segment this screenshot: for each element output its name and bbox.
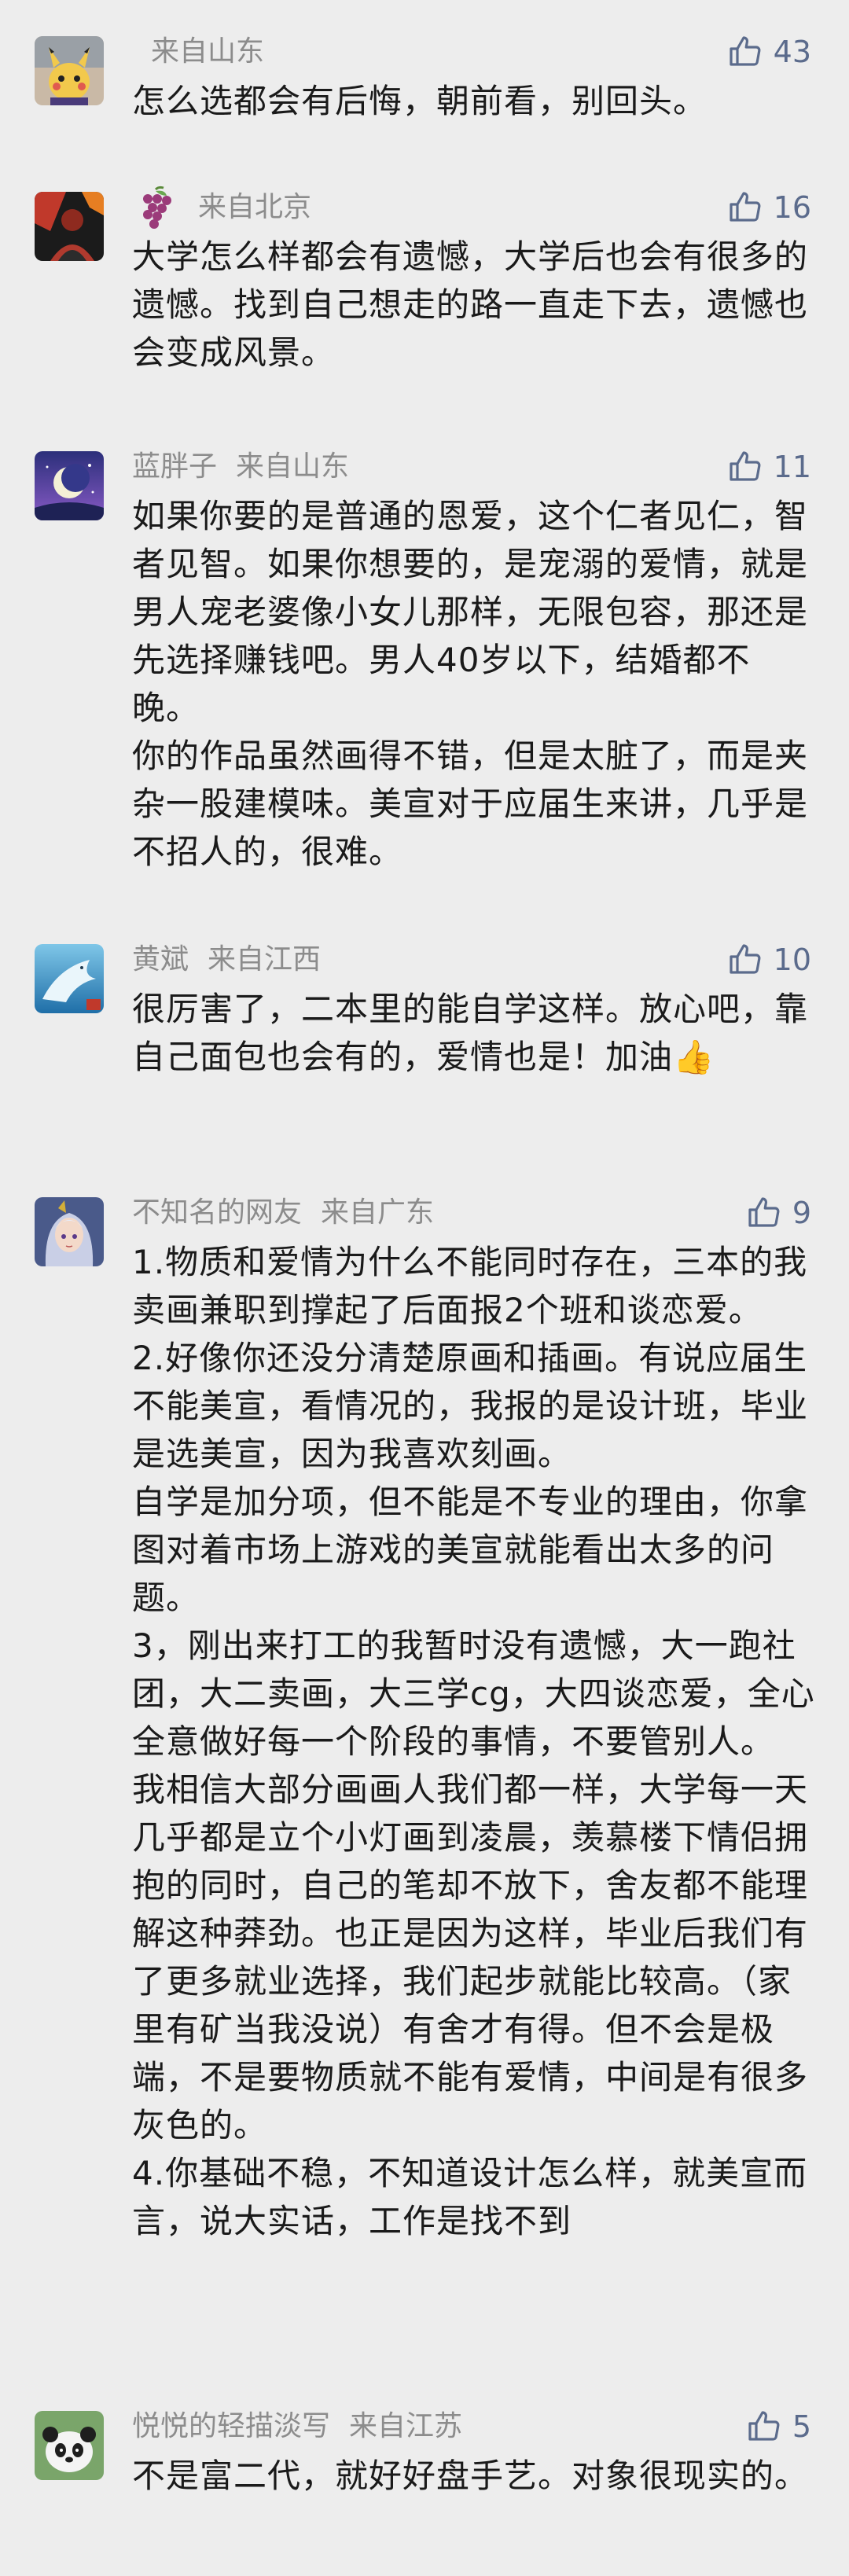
avatar[interactable] <box>35 1197 104 1266</box>
thumbs-up-icon <box>730 944 761 974</box>
comment-location: 来自广东 <box>321 1196 435 1229</box>
like-button[interactable]: 43 <box>726 28 811 75</box>
comment-text: 不是富二代，就好好盘手艺。对象很现实的。 <box>132 2452 816 2500</box>
comment-paragraph: 1.物质和爱情为什么不能同时存在，三本的我卖画兼职到撑起了后面报2个班和谈恋爱。 <box>132 1243 808 1329</box>
comment-nickname[interactable]: 黄斌 <box>132 943 189 976</box>
comment-paragraph: 如果你要的是普通的恩爱，这个仁者见仁，智者见智。如果你想要的，是宠溺的爱情，就是… <box>132 497 809 727</box>
comment-location: 来自山东 <box>151 35 265 68</box>
avatar[interactable] <box>35 451 104 520</box>
like-count: 9 <box>792 1196 811 1230</box>
thumbs-up-icon <box>730 451 761 481</box>
comment-paragraph: 自学是加分项，但不能是不专业的理由，你拿图对着市场上游戏的美宣就能看出太多的问题… <box>132 1483 809 1617</box>
avatar[interactable] <box>35 192 104 261</box>
comment-paragraph: 3，刚出来打工的我暂时没有遗憾，大一跑社团，大二卖画，大三学cg，大四谈恋爱，全… <box>132 1626 815 1761</box>
comment-feed: 来自山东 43 怎么选都会有后悔，朝前看，别回头。 来自北京 16 大学怎么样都… <box>0 0 849 2576</box>
comment-text: 1.物质和爱情为什么不能同时存在，三本的我卖画兼职到撑起了后面报2个班和谈恋爱。… <box>132 1238 816 2245</box>
moon-night-avatar-icon <box>35 451 104 520</box>
comment-paragraph: 大学怎么样都会有遗憾，大学后也会有很多的遗憾。找到自己想走的路一直走下去，遗憾也… <box>132 237 809 372</box>
comment-meta: 来自北京 <box>132 184 311 231</box>
anime-character-avatar-icon <box>35 1197 104 1266</box>
comment-paragraph: 4.你基础不稳，不知道设计怎么样，就美宣而言，说大实话，工作是找不到 <box>132 2154 808 2240</box>
like-button[interactable]: 9 <box>745 1189 811 1237</box>
grapes-icon[interactable] <box>132 185 179 232</box>
comment-location: 来自北京 <box>198 191 312 223</box>
comment-paragraph: 怎么选都会有后悔，朝前看，别回头。 <box>132 82 708 120</box>
comment-location: 来自江苏 <box>349 2410 463 2442</box>
comment-text: 怎么选都会有后悔，朝前看，别回头。 <box>132 77 816 125</box>
comment-location: 来自江西 <box>208 943 322 976</box>
like-button[interactable]: 11 <box>726 443 811 491</box>
like-button[interactable]: 5 <box>745 2403 811 2450</box>
comment-location: 来自山东 <box>236 450 350 483</box>
comment-paragraph: 很厉害了，二本里的能自学这样。放心吧，靠自己面包也会有的，爱情也是！加油👍 <box>132 990 809 1076</box>
comment-meta: 不知名的网友 来自广东 <box>132 1189 434 1237</box>
avatar[interactable] <box>35 36 104 105</box>
comment-text: 如果你要的是普通的恩爱，这个仁者见仁，智者见智。如果你想要的，是宠溺的爱情，就是… <box>132 492 816 876</box>
thumbs-up-icon <box>748 1197 780 1227</box>
comment-meta: 来自山东 <box>132 28 264 75</box>
whale-avatar-icon <box>35 944 104 1013</box>
like-count: 10 <box>773 943 811 977</box>
comment-nickname[interactable]: 蓝胖子 <box>132 450 217 483</box>
thumbs-up-icon <box>748 2411 780 2441</box>
like-button[interactable]: 10 <box>726 936 811 983</box>
comment-meta: 蓝胖子 来自山东 <box>132 443 349 491</box>
like-count: 5 <box>792 2409 811 2444</box>
thumbs-up-icon <box>730 192 761 222</box>
comment-text: 大学怎么样都会有遗憾，大学后也会有很多的遗憾。找到自己想走的路一直走下去，遗憾也… <box>132 233 816 377</box>
comment-paragraph: 不是富二代，就好好盘手艺。对象很现实的。 <box>132 2457 809 2495</box>
pikachu-avatar-icon <box>35 36 104 105</box>
comment-nickname[interactable]: 悦悦的轻描淡写 <box>132 2410 330 2442</box>
comment-meta: 悦悦的轻描淡写 来自江苏 <box>132 2403 462 2450</box>
avatar[interactable] <box>35 944 104 1013</box>
like-button[interactable]: 16 <box>726 184 811 231</box>
red-figure-avatar-icon <box>35 192 104 261</box>
like-count: 43 <box>773 35 811 69</box>
comment-nickname[interactable]: 不知名的网友 <box>132 1196 302 1229</box>
comment-text: 很厉害了，二本里的能自学这样。放心吧，靠自己面包也会有的，爱情也是！加油👍 <box>132 985 816 1081</box>
thumbs-up-icon <box>730 36 761 66</box>
comment-paragraph: 2.好像你还没分清楚原画和插画。有说应届生不能美宣，看情况的，我报的是设计班，毕… <box>132 1339 809 1473</box>
avatar[interactable] <box>35 2411 104 2480</box>
panda-avatar-icon <box>35 2411 104 2480</box>
comment-meta: 黄斌 来自江西 <box>132 936 321 983</box>
like-count: 11 <box>773 450 811 484</box>
like-count: 16 <box>773 190 811 225</box>
comment-paragraph: 你的作品虽然画得不错，但是太脏了，而是夹杂一股建模味。美宣对于应届生来讲，几乎是… <box>132 737 809 871</box>
comment-paragraph: 我相信大部分画画人我们都一样，大学每一天几乎都是立个小灯画到凌晨，羡慕楼下情侣拥… <box>132 1770 809 2144</box>
